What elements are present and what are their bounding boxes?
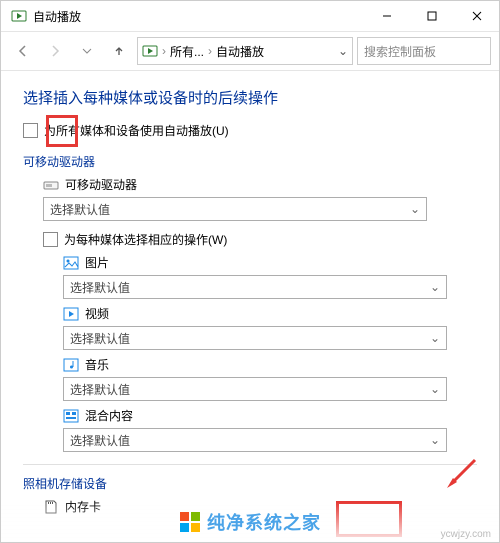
per-media-checkbox[interactable] <box>43 232 58 247</box>
pictures-select[interactable]: 选择默认值⌄ <box>63 275 447 299</box>
pictures-icon <box>63 255 79 271</box>
windows-logo-icon <box>179 511 201 533</box>
chevron-down-icon: ⌄ <box>430 331 440 345</box>
music-label: 音乐 <box>85 356 109 373</box>
master-autoplay-checkbox[interactable] <box>23 123 38 138</box>
search-placeholder: 搜索控制面板 <box>364 43 436 60</box>
pictures-label: 图片 <box>85 254 109 271</box>
section-camera-title: 照相机存储设备 <box>23 475 477 492</box>
chevron-down-icon: ⌄ <box>430 433 440 447</box>
history-dropdown[interactable] <box>73 37 101 65</box>
window-title: 自动播放 <box>33 8 364 25</box>
chevron-right-icon: › <box>162 44 166 58</box>
watermark: 纯净系统之家 ycwjzy.com <box>1 502 499 542</box>
breadcrumb[interactable]: › 所有... › 自动播放 ⌄ <box>137 37 353 65</box>
mixed-label: 混合内容 <box>85 407 133 424</box>
videos-select[interactable]: 选择默认值⌄ <box>63 326 447 350</box>
removable-drive-select[interactable]: 选择默认值⌄ <box>43 197 427 221</box>
music-icon <box>63 357 79 373</box>
music-select[interactable]: 选择默认值⌄ <box>63 377 447 401</box>
search-input[interactable]: 搜索控制面板 <box>357 37 491 65</box>
chevron-down-icon: ⌄ <box>410 202 420 216</box>
close-button[interactable] <box>454 1 499 31</box>
removable-drive-label: 可移动驱动器 <box>65 176 137 193</box>
forward-button[interactable] <box>41 37 69 65</box>
app-icon <box>11 8 27 24</box>
maximize-button[interactable] <box>409 1 454 31</box>
autoplay-icon <box>142 43 158 59</box>
crumb-parent[interactable]: 所有... <box>170 43 204 60</box>
videos-label: 视频 <box>85 305 109 322</box>
per-media-label: 为每种媒体选择相应的操作(W) <box>64 231 227 248</box>
watermark-url: ycwjzy.com <box>441 529 491 540</box>
watermark-text: 纯净系统之家 <box>207 509 321 535</box>
crumb-current[interactable]: 自动播放 <box>216 43 264 60</box>
crumb-dropdown-icon[interactable]: ⌄ <box>338 44 348 58</box>
page-title: 选择插入每种媒体或设备时的后续操作 <box>23 87 477 108</box>
section-removable-title: 可移动驱动器 <box>23 153 477 170</box>
drive-icon <box>43 177 59 193</box>
videos-icon <box>63 306 79 322</box>
minimize-button[interactable] <box>364 1 409 31</box>
divider <box>23 464 477 465</box>
mixed-icon <box>63 408 79 424</box>
chevron-down-icon: ⌄ <box>430 280 440 294</box>
back-button[interactable] <box>9 37 37 65</box>
mixed-select[interactable]: 选择默认值⌄ <box>63 428 447 452</box>
chevron-right-icon: › <box>208 44 212 58</box>
chevron-down-icon: ⌄ <box>430 382 440 396</box>
master-autoplay-label: 为所有媒体和设备使用自动播放(U) <box>44 122 229 139</box>
up-button[interactable] <box>105 37 133 65</box>
